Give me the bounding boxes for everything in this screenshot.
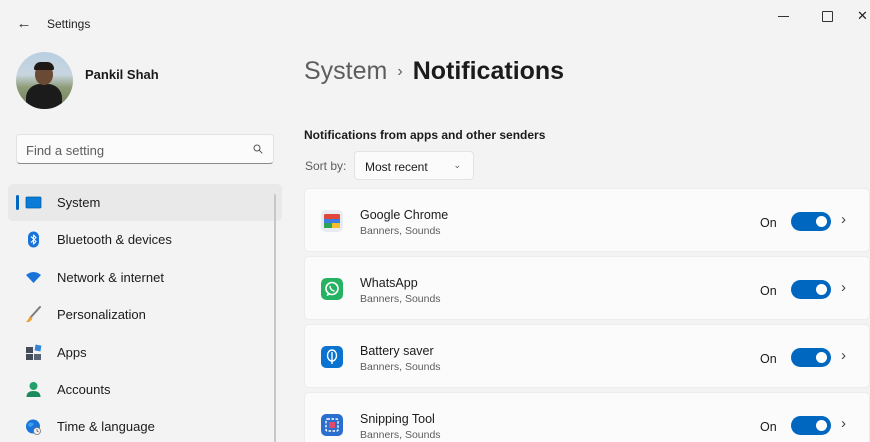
app-name: Battery saver xyxy=(360,344,434,358)
app-subtitle: Banners, Sounds xyxy=(360,225,441,237)
close-button[interactable]: ✕ xyxy=(857,6,870,26)
maximize-button[interactable] xyxy=(815,6,839,26)
sidebar-item-label: Network & internet xyxy=(57,269,164,285)
toggle-state-label: On xyxy=(760,420,777,434)
sidebar-item-accounts[interactable]: Accounts xyxy=(8,371,282,408)
breadcrumb-parent[interactable]: System xyxy=(304,57,387,85)
sort-dropdown[interactable]: Most recent ⌄ xyxy=(354,151,474,180)
notification-toggle[interactable] xyxy=(791,280,831,299)
chevron-right-icon[interactable]: › xyxy=(841,279,846,296)
app-subtitle: Banners, Sounds xyxy=(360,361,441,373)
app-subtitle: Banners, Sounds xyxy=(360,293,441,305)
globe-clock-icon xyxy=(26,419,41,436)
sidebar-item-label: System xyxy=(57,195,101,210)
sidebar-nav: System Bluetooth & devices Network & int… xyxy=(0,184,282,442)
brush-icon xyxy=(26,306,41,323)
sort-value: Most recent xyxy=(365,160,428,174)
sidebar-scrollbar[interactable] xyxy=(274,194,276,442)
breadcrumb-separator: › xyxy=(397,63,403,80)
sort-label: Sort by: xyxy=(305,159,347,173)
app-row-google-chrome[interactable]: Google Chrome Banners, Sounds On › xyxy=(304,188,870,252)
sidebar-item-bluetooth[interactable]: Bluetooth & devices xyxy=(8,221,282,258)
sidebar-item-label: Accounts xyxy=(57,381,111,397)
toggle-state-label: On xyxy=(760,352,777,366)
page-title: Notifications xyxy=(412,57,565,85)
minimize-button[interactable] xyxy=(772,6,796,26)
sidebar-item-label: Bluetooth & devices xyxy=(57,232,172,248)
bluetooth-icon xyxy=(28,231,39,248)
app-title: Settings xyxy=(47,17,91,31)
sidebar-item-network[interactable]: Network & internet xyxy=(8,259,282,296)
search-box[interactable] xyxy=(16,134,274,164)
app-name: Snipping Tool xyxy=(360,412,435,426)
system-icon xyxy=(25,196,42,209)
sidebar-item-label: Personalization xyxy=(57,307,146,323)
accounts-icon xyxy=(26,381,41,397)
sidebar-item-personalization[interactable]: Personalization xyxy=(8,296,282,333)
app-name: Google Chrome xyxy=(360,208,449,222)
sidebar-item-label: Time & language xyxy=(57,419,155,435)
sidebar-item-apps[interactable]: Apps xyxy=(8,334,282,371)
back-button[interactable]: ← xyxy=(14,14,34,34)
chevron-right-icon[interactable]: › xyxy=(841,211,846,228)
sidebar-item-system[interactable]: System xyxy=(8,184,282,222)
battery-saver-icon xyxy=(321,346,343,368)
avatar[interactable] xyxy=(16,52,73,109)
toggle-state-label: On xyxy=(760,216,777,230)
section-title: Notifications from apps and other sender… xyxy=(304,128,546,142)
notification-toggle[interactable] xyxy=(791,212,831,231)
search-icon xyxy=(253,144,263,154)
wifi-icon xyxy=(26,271,41,283)
app-row-snipping-tool[interactable]: Snipping Tool Banners, Sounds On › xyxy=(304,392,870,442)
sidebar-item-time-language[interactable]: Time & language xyxy=(8,408,282,442)
toggle-state-label: On xyxy=(760,284,777,298)
sidebar-item-label: Apps xyxy=(57,344,87,360)
search-input[interactable] xyxy=(26,141,236,159)
profile-name: Pankil Shah xyxy=(85,67,159,82)
app-row-battery-saver[interactable]: Battery saver Banners, Sounds On › xyxy=(304,324,870,388)
chrome-icon xyxy=(321,210,343,232)
title-bar: ← Settings ✕ xyxy=(0,0,870,48)
apps-icon xyxy=(26,344,42,360)
selection-indicator xyxy=(16,195,19,210)
chevron-right-icon[interactable]: › xyxy=(841,347,846,364)
notification-toggle[interactable] xyxy=(791,416,831,435)
whatsapp-icon xyxy=(321,278,343,300)
chevron-right-icon[interactable]: › xyxy=(841,415,846,432)
app-subtitle: Banners, Sounds xyxy=(360,429,441,441)
notification-toggle[interactable] xyxy=(791,348,831,367)
app-row-whatsapp[interactable]: WhatsApp Banners, Sounds On › xyxy=(304,256,870,320)
snipping-tool-icon xyxy=(321,414,343,436)
breadcrumb: System › Notifications xyxy=(304,57,564,87)
chevron-down-icon: ⌄ xyxy=(453,160,461,170)
app-name: WhatsApp xyxy=(360,276,418,290)
